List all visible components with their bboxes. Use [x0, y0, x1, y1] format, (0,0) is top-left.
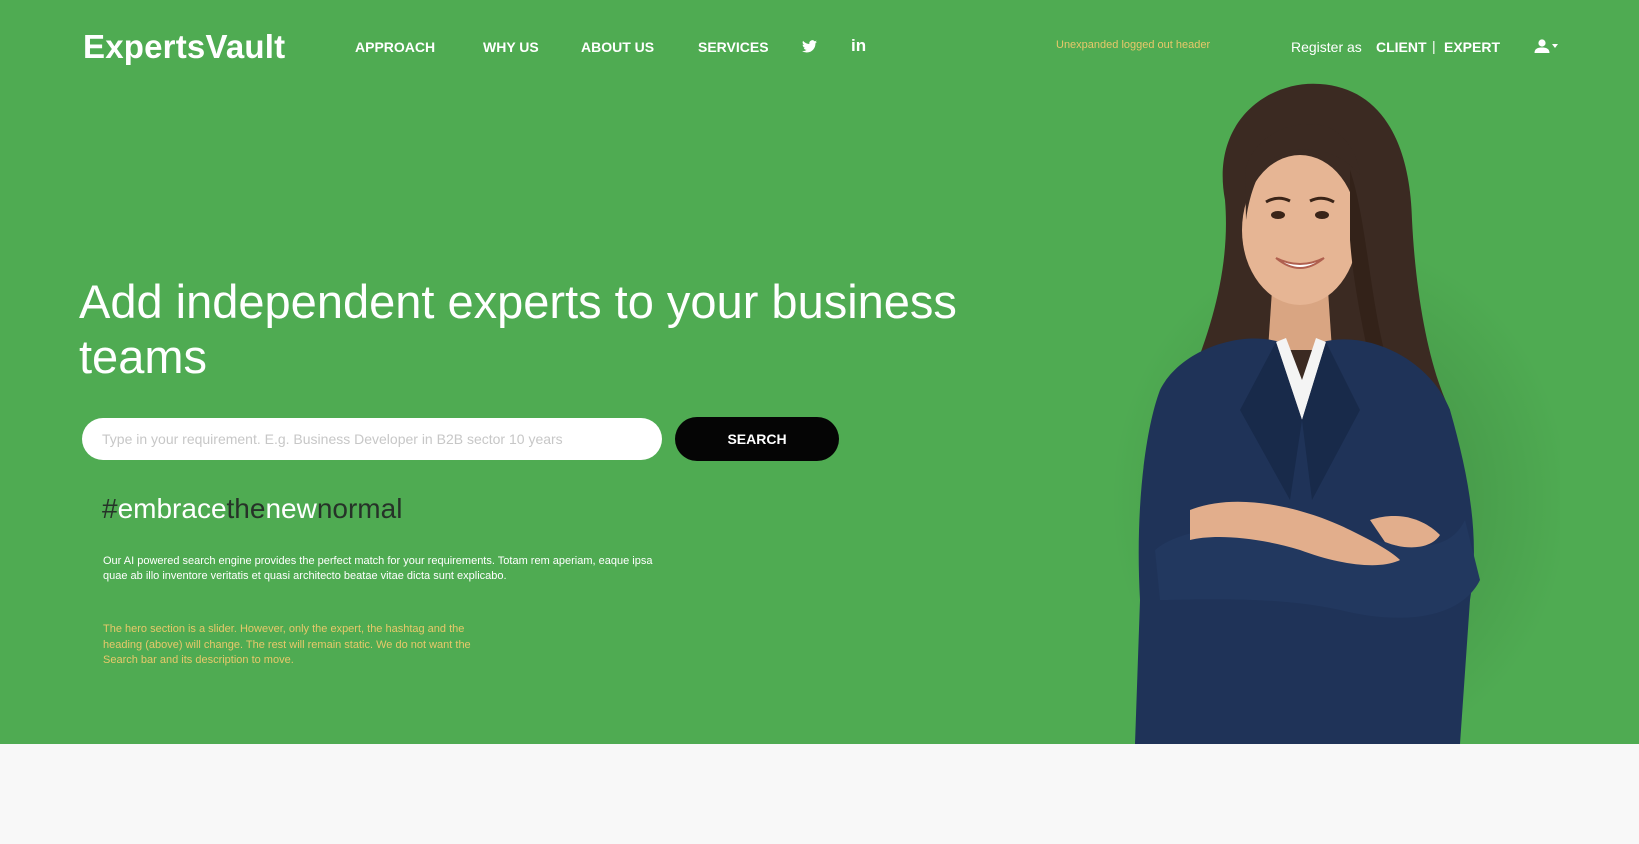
register-label: Register as [1291, 39, 1362, 55]
hashtag-word-new: new [265, 493, 317, 524]
hashtag-word-normal: normal [316, 493, 403, 524]
register-separator: | [1432, 38, 1436, 54]
expert-portrait-image [1110, 83, 1560, 744]
hashtag: #embracethenewnormal [102, 492, 402, 526]
hashtag-symbol: # [102, 493, 118, 524]
logo[interactable]: ExpertsVault [83, 28, 285, 66]
user-menu-button[interactable] [1533, 38, 1561, 56]
twitter-icon[interactable] [802, 40, 817, 58]
header-annotation: Unexpanded logged out header [1056, 39, 1211, 51]
hero-headline: Add independent experts to your business… [79, 275, 957, 383]
hashtag-word-the: the [226, 493, 266, 524]
nav-why-us[interactable]: WHY US [483, 39, 539, 55]
below-hero-section [0, 744, 1639, 844]
register-client-link[interactable]: CLIENT [1376, 39, 1427, 55]
search-button[interactable]: SEARCH [675, 417, 839, 461]
register-expert-link[interactable]: EXPERT [1444, 39, 1500, 55]
search-input[interactable] [82, 418, 662, 460]
nav-about-us[interactable]: ABOUT US [581, 39, 654, 55]
user-icon [1534, 39, 1558, 53]
hero-description: Our AI powered search engine provides th… [103, 555, 653, 582]
nav-approach[interactable]: APPROACH [355, 39, 435, 55]
hashtag-word-embrace: embrace [117, 493, 227, 524]
nav-services[interactable]: SERVICES [698, 39, 769, 55]
hero-annotation: The hero section is a slider. However, o… [103, 623, 471, 666]
hero-section: ExpertsVault APPROACH WHY US ABOUT US SE… [0, 0, 1639, 744]
caret-down-icon [1552, 44, 1558, 48]
linkedin-icon[interactable]: in [851, 36, 866, 56]
